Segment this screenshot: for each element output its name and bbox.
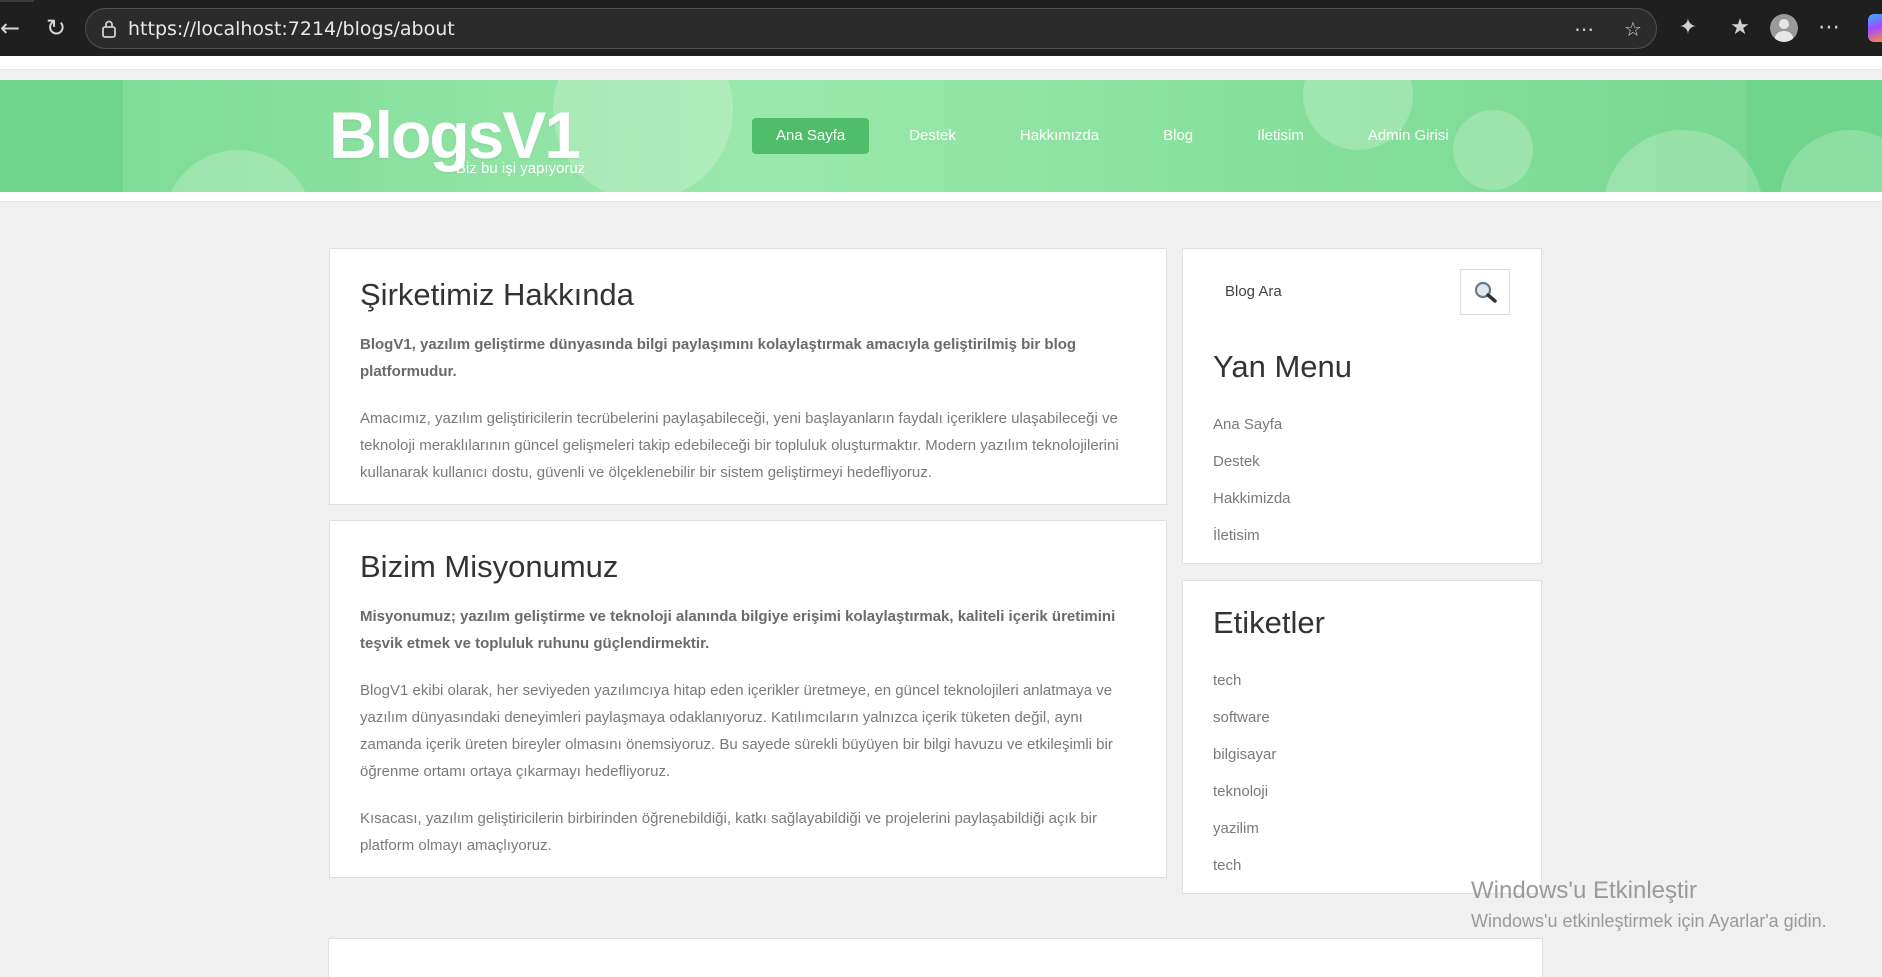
nav-admin-girisi[interactable]: Admin Girisi [1344, 118, 1473, 154]
tag-link[interactable]: tech [1213, 847, 1276, 884]
nav-hakkimizda[interactable]: Hakkımızda [996, 118, 1123, 154]
reader-mode-icon[interactable]: ⋯ [1572, 17, 1596, 41]
nav-ana-sayfa[interactable]: Ana Sayfa [752, 118, 870, 154]
page-top-strip [0, 56, 1882, 70]
side-menu-ana-sayfa[interactable]: Ana Sayfa [1213, 406, 1291, 443]
banner-bubble [1603, 130, 1763, 192]
banner-bubble [163, 150, 313, 192]
tags-title: Etiketler [1213, 605, 1325, 640]
banner-bottom-strip [0, 192, 1882, 202]
nav-iletisim[interactable]: Iletisim [1233, 118, 1328, 154]
tab-strip-edge [0, 0, 34, 2]
tags-list: tech software bilgisayar teknoloji yazil… [1213, 662, 1276, 884]
mission-title: Bizim Misyonumuz [360, 549, 619, 584]
side-menu-list: Ana Sayfa Destek Hakkimizda İletisim [1213, 406, 1291, 554]
more-icon[interactable]: ⋯ [1815, 14, 1843, 42]
about-lead: BlogV1, yazılım geliştirme dünyasında bi… [360, 336, 1077, 380]
tag-link[interactable]: bilgisayar [1213, 736, 1276, 773]
search-button[interactable] [1460, 269, 1510, 315]
main-nav: Ana Sayfa Destek Hakkımızda Blog Iletisi… [752, 118, 1489, 154]
side-menu-hakkimizda[interactable]: Hakkimizda [1213, 480, 1291, 517]
tag-link[interactable]: teknoloji [1213, 773, 1276, 810]
address-bar[interactable]: https://localhost:7214/blogs/about ⋯ ☆ [85, 8, 1657, 49]
avatar-icon[interactable] [1770, 14, 1798, 42]
mission-body-1: BlogV1 ekibi olarak, her seviyeden yazıl… [360, 682, 1113, 780]
mission-card: Bizim Misyonumuz Misyonumuz; yazılım gel… [329, 520, 1167, 878]
tag-link[interactable]: tech [1213, 662, 1276, 699]
nav-destek[interactable]: Destek [885, 118, 980, 154]
about-card: Şirketimiz Hakkında BlogV1, yazılım geli… [329, 248, 1167, 505]
about-title: Şirketimiz Hakkında [360, 277, 634, 312]
footer-card [328, 938, 1543, 977]
tags-card: Etiketler tech software bilgisayar tekno… [1182, 580, 1542, 894]
star-icon[interactable]: ☆ [1621, 17, 1645, 41]
url-text[interactable]: https://localhost:7214/blogs/about [128, 19, 455, 39]
about-body: Amacımız, yazılım geliştiricilerin tecrü… [360, 410, 1119, 481]
browser-toolbar: ← ↻ https://localhost:7214/blogs/about ⋯… [0, 0, 1882, 56]
side-menu-destek[interactable]: Destek [1213, 443, 1291, 480]
favorites-icon[interactable]: ★ [1726, 14, 1754, 42]
back-arrow-icon[interactable]: ← [0, 10, 28, 46]
magnifier-icon [1474, 281, 1497, 303]
side-menu-title: Yan Menu [1213, 349, 1353, 384]
site-tagline: Biz bu işi yapıyoruz [456, 160, 586, 177]
site-logo[interactable]: BlogsV1 [329, 102, 581, 168]
sidebar-menu-card: Blog Ara Yan Menu Ana Sayfa Destek Hakki… [1182, 248, 1542, 564]
copilot-icon[interactable] [1868, 14, 1882, 42]
puzzle-icon[interactable]: ✦ [1674, 14, 1702, 42]
banner-bubble [1780, 130, 1882, 192]
tag-link[interactable]: yazilim [1213, 810, 1276, 847]
nav-blog[interactable]: Blog [1139, 118, 1217, 154]
mission-body-2: Kısacası, yazılım geliştiricilerin birbi… [360, 810, 1098, 854]
watermark-title: Windows'u Etkinleştir [1471, 877, 1697, 904]
tag-link[interactable]: software [1213, 699, 1276, 736]
blog-search-input[interactable]: Blog Ara [1213, 269, 1461, 315]
lock-icon[interactable] [100, 19, 118, 39]
watermark-subtitle: Windows'u etkinleştirmek için Ayarlar'a … [1471, 911, 1827, 931]
side-menu-iletisim[interactable]: İletisim [1213, 517, 1291, 554]
reload-icon[interactable]: ↻ [38, 10, 74, 46]
mission-lead: Misyonumuz; yazılım geliştirme ve teknol… [360, 608, 1116, 652]
windows-activation-watermark: Windows'u Etkinleştir Windows'u etkinleş… [1471, 876, 1827, 934]
